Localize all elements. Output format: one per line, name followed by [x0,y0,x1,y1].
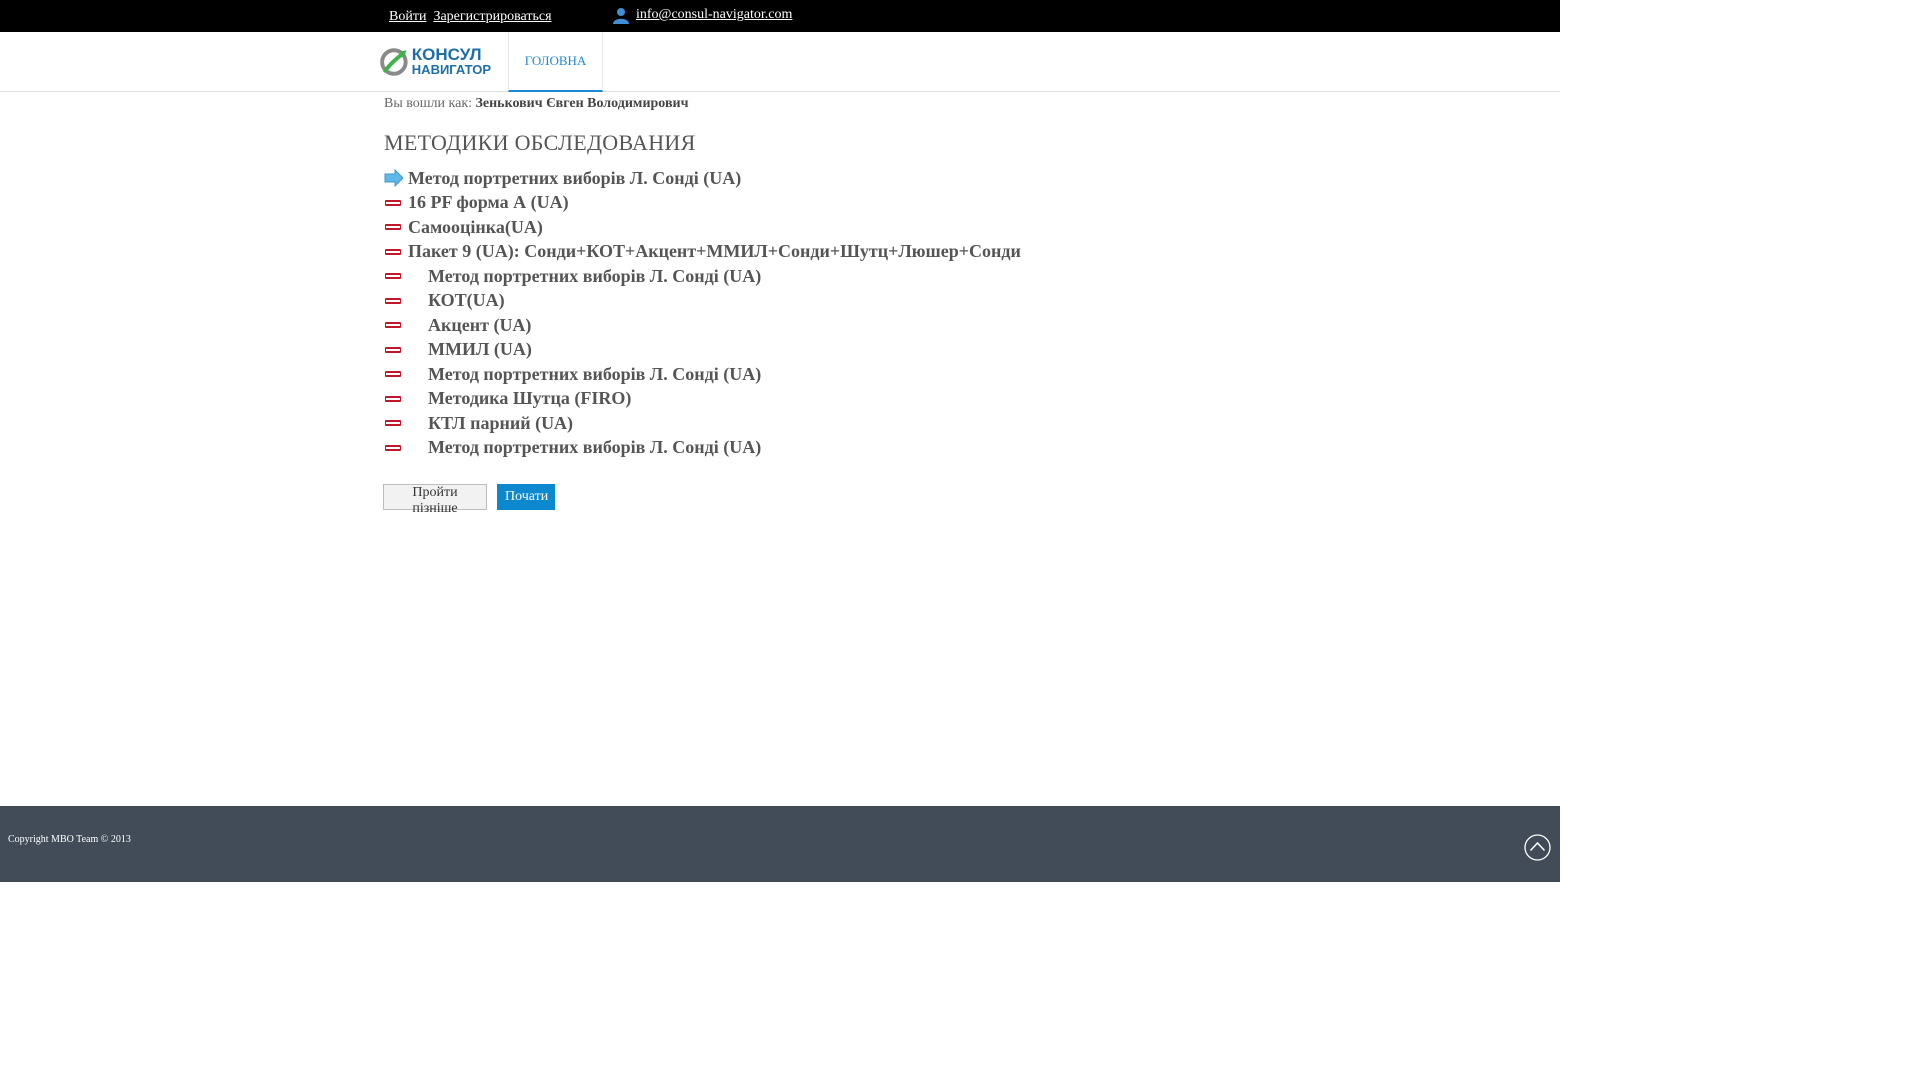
test-item-label: Самооцінка(UA) [408,216,543,237]
take-later-button[interactable]: Пройти пізніше [383,484,487,516]
test-item[interactable]: Методика Шутца (FIRO) [384,387,1021,412]
nav-tab-home[interactable]: ГОЛОВНА [508,32,603,92]
test-item[interactable]: Метод портретних виборів Л. Сонді (UA) [384,264,1021,289]
register-link[interactable]: Зарегистрироваться [433,9,551,24]
logo-line-1: КОНСУЛ [411,45,482,64]
test-item-label: Метод портретних виборів Л. Сонді (UA) [428,265,762,286]
user-name: Зенькович Євген Володимирович [475,96,689,111]
logo[interactable]: КОНСУЛ НАВИГАТОР [379,42,491,82]
test-item[interactable]: Метод портретних виборів Л. Сонді (UA) [384,166,1021,191]
test-item[interactable]: Самооцінка(UA) [384,215,1021,240]
footer: Copyright MBO Team © 2013 [0,806,1560,882]
test-item-label: КТЛ парний (UA) [428,412,574,433]
test-item[interactable]: 16 PF форма А (UA) [384,191,1021,216]
test-item[interactable]: Пакет 9 (UA): Сонди+КОТ+Акцент+ММИЛ+Сонд… [384,240,1021,265]
test-item[interactable]: КТЛ парний (UA) [384,411,1021,436]
auth-links: Войти Зарегистрироваться [389,7,555,25]
start-button[interactable]: Почати [497,484,555,510]
test-item-label: Метод портретних виборів Л. Сонді (UA) [408,167,742,188]
dash-marker-icon [384,297,408,305]
logo-emblem-icon [380,48,408,76]
dash-marker-icon [384,395,408,403]
test-item[interactable]: Акцент (UA) [384,313,1021,338]
contact: info@consul-navigator.com [612,6,792,24]
test-item[interactable]: КОТ(UA) [384,289,1021,314]
dash-marker-icon [384,272,408,280]
user-icon [613,8,629,24]
test-item-label: ММИЛ (UA) [428,339,532,360]
test-item-label: Метод портретних виборів Л. Сонді (UA) [428,437,762,458]
dash-marker-icon [384,444,408,452]
header: КОНСУЛ НАВИГАТОР ГОЛОВНА [0,32,1560,92]
top-bar: Войти Зарегистрироваться info@consul-nav… [0,0,1560,32]
test-list: Метод портретних виборів Л. Сонді (UA) 16… [384,166,1021,460]
page-title: МЕТОДИКИ ОБСЛЕДОВАНИЯ [384,130,696,155]
test-item-label: 16 PF форма А (UA) [408,192,569,213]
arrow-right-icon [384,169,408,188]
test-item[interactable]: Метод портретних виборів Л. Сонді (UA) [384,362,1021,387]
logo-line-2: НАВИГАТОР [411,62,491,77]
dash-marker-icon [384,419,408,427]
test-item-label: КОТ(UA) [428,290,505,311]
dash-marker-icon [384,346,408,354]
dash-marker-icon [384,370,408,378]
dash-marker-icon [384,321,408,329]
dash-marker-icon [384,199,408,207]
dash-marker-icon [384,223,408,231]
copyright: Copyright MBO Team © 2013 [8,834,131,845]
email-link[interactable]: info@consul-navigator.com [636,7,792,23]
test-item-label: Методика Шутца (FIRO) [428,388,632,409]
chevron-up-circle-icon[interactable] [1524,834,1551,861]
logo-text: КОНСУЛ НАВИГАТОР [411,45,491,77]
logged-in-status: Вы вошли как: Зенькович Євген Володимиро… [384,96,688,112]
test-item[interactable]: ММИЛ (UA) [384,338,1021,363]
logged-in-prefix: Вы вошли как: [384,96,473,111]
test-item-label: Акцент (UA) [428,314,532,335]
test-item-label: Пакет 9 (UA): Сонди+КОТ+Акцент+ММИЛ+Сонд… [408,241,1021,262]
dash-marker-icon [384,248,408,256]
login-link[interactable]: Войти [389,9,426,24]
test-item-label: Метод портретних виборів Л. Сонді (UA) [428,363,762,384]
test-item[interactable]: Метод портретних виборів Л. Сонді (UA) [384,436,1021,461]
